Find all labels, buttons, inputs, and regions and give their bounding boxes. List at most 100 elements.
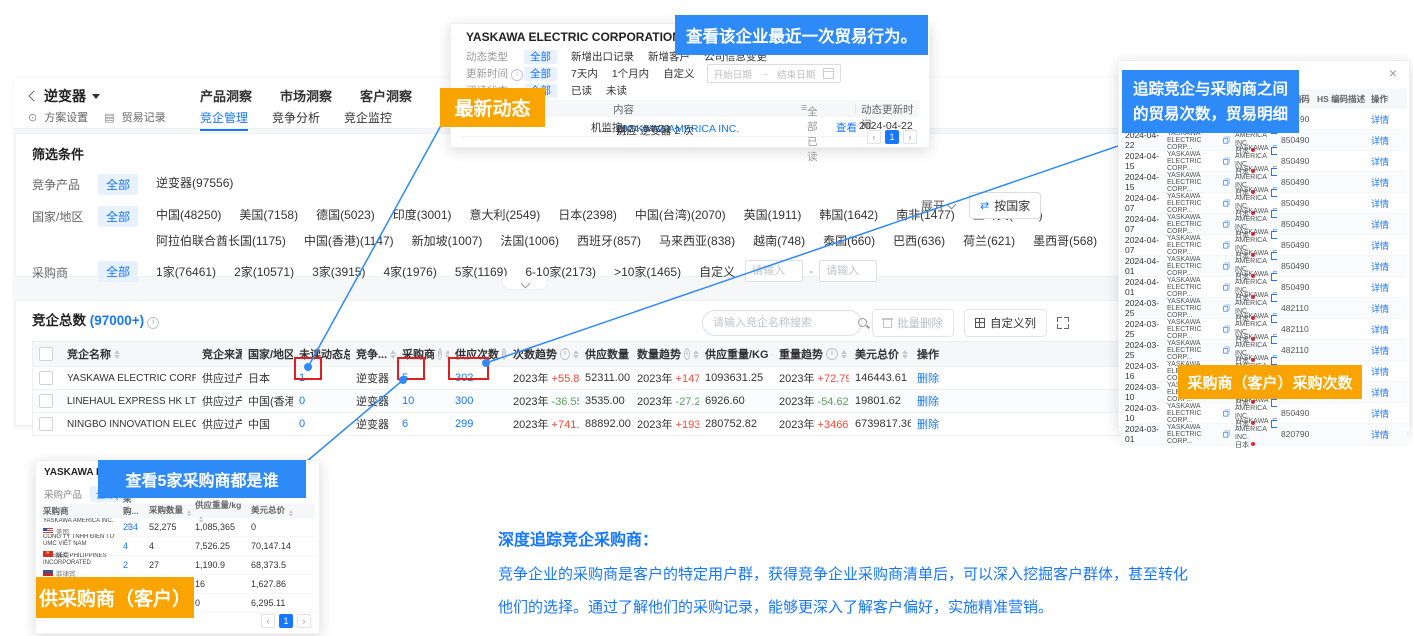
filter-all-chip[interactable]: 全部: [524, 50, 557, 64]
op-cell[interactable]: 详情: [1367, 386, 1405, 399]
filter-item[interactable]: 中国(48250): [156, 206, 221, 223]
subtab-竞争分析[interactable]: 竞争分析: [272, 109, 320, 131]
next-page-button[interactable]: ›: [297, 614, 311, 628]
page-number[interactable]: 1: [279, 614, 293, 628]
copy-icon[interactable]: [1271, 355, 1277, 365]
column-header[interactable]: 竞争...: [350, 346, 396, 362]
buy-count-cell[interactable]: 4: [120, 541, 146, 551]
checkbox[interactable]: [39, 347, 53, 361]
filter-item[interactable]: 新加坡(1007): [412, 232, 483, 249]
back-icon[interactable]: [28, 90, 39, 101]
filter-item[interactable]: 印度(3001): [393, 206, 452, 223]
copy-icon[interactable]: [1271, 166, 1277, 176]
filter-item[interactable]: 韩国(1642): [819, 206, 878, 223]
copy-icon[interactable]: [1271, 292, 1277, 302]
filter-item[interactable]: 日本(2398): [558, 206, 617, 223]
op-cell[interactable]: 详情: [1367, 428, 1405, 441]
range-min-input[interactable]: [745, 260, 803, 282]
op-cell[interactable]: 详情: [1367, 365, 1405, 378]
custom-columns-button[interactable]: 自定义列: [964, 309, 1047, 337]
unread-count[interactable]: 0: [299, 418, 305, 430]
buy-count-cell[interactable]: 234: [120, 522, 146, 532]
sort-icon[interactable]: [114, 350, 120, 359]
buyers-count[interactable]: 10: [402, 395, 414, 407]
filter-item[interactable]: 法国(1006): [500, 232, 559, 249]
detail-link[interactable]: 详情: [1371, 367, 1389, 377]
buyers-count[interactable]: 6: [402, 418, 408, 430]
company-name-cell[interactable]: LINEHAUL EXPRESS HK LTD: [61, 396, 196, 407]
filter-all-chip[interactable]: 全部: [524, 67, 557, 81]
op-cell[interactable]: 详情: [1367, 302, 1405, 315]
detail-link[interactable]: 详情: [1371, 178, 1389, 188]
checkbox[interactable]: [39, 371, 53, 385]
fullscreen-icon[interactable]: [1057, 317, 1069, 329]
date-range-input[interactable]: 开始日期→结束日期: [707, 64, 842, 83]
search-input[interactable]: [711, 316, 857, 330]
checkbox[interactable]: [39, 394, 53, 408]
mark-all-read-button[interactable]: ≡ 全部已读: [801, 102, 807, 114]
detail-link[interactable]: 详情: [1371, 241, 1389, 251]
unread-cell[interactable]: 0: [293, 418, 350, 430]
column-header[interactable]: 竞企名称: [61, 346, 196, 362]
copy-icon[interactable]: [1271, 250, 1277, 260]
detail-link[interactable]: 详情: [1371, 262, 1389, 272]
filter-item[interactable]: 马来西亚(838): [659, 232, 735, 249]
company-name-cell[interactable]: NINGBO INNOVATION ELECTRONI: [61, 419, 196, 430]
filter-all-chip[interactable]: 全部: [98, 206, 138, 227]
detail-link[interactable]: 详情: [1371, 325, 1389, 335]
copy-icon[interactable]: [1223, 179, 1229, 186]
tab-产品洞察[interactable]: 产品洞察: [200, 86, 252, 111]
prev-page-button[interactable]: ‹: [261, 614, 275, 628]
copy-icon[interactable]: [1271, 334, 1277, 344]
filter-item[interactable]: 3家(3915): [312, 263, 365, 280]
filter-all-chip[interactable]: 全部: [98, 174, 138, 195]
company-name-cell[interactable]: YASKAWA ELECTRIC CORPORATIO: [61, 373, 196, 384]
op-cell[interactable]: 删除: [911, 393, 979, 409]
filter-item[interactable]: 越南(748): [753, 232, 805, 249]
filter-item[interactable]: 1个月内: [612, 66, 649, 81]
filter-item[interactable]: 中国(香港)(1147): [304, 232, 394, 249]
filter-item[interactable]: 2家(10571): [234, 263, 294, 280]
supply-count[interactable]: 300: [455, 395, 473, 407]
delete-link[interactable]: 删除: [917, 393, 939, 409]
next-page-button[interactable]: ›: [903, 130, 917, 144]
copy-icon[interactable]: [1223, 305, 1229, 312]
copy-icon[interactable]: [1223, 263, 1229, 270]
copy-icon[interactable]: [1223, 158, 1229, 165]
view-link[interactable]: 查看: [836, 120, 857, 135]
copy-icon[interactable]: [1271, 229, 1277, 239]
column-header[interactable]: 美元总价: [849, 346, 911, 362]
copy-icon[interactable]: [1271, 271, 1277, 281]
filter-item[interactable]: 1家(76461): [156, 263, 216, 280]
buy-count[interactable]: 2: [123, 560, 128, 570]
column-header[interactable]: 美元总价: [248, 504, 312, 518]
detail-link[interactable]: 详情: [1371, 409, 1389, 419]
filter-item[interactable]: 4家(1976): [383, 263, 436, 280]
page-title[interactable]: 逆变器: [44, 86, 86, 106]
copy-icon[interactable]: [1271, 208, 1277, 218]
sort-icon[interactable]: [289, 510, 293, 516]
op-cell[interactable]: 详情: [1367, 260, 1405, 273]
copy-icon[interactable]: [1223, 221, 1229, 228]
op-cell[interactable]: 详情: [1367, 323, 1405, 336]
expand-toggle[interactable]: 展开: [921, 197, 955, 214]
column-header[interactable]: 次数趋势i: [507, 346, 579, 362]
unread-cell[interactable]: 0: [293, 395, 350, 407]
column-header[interactable]: 重量趋势i: [773, 346, 849, 362]
tab-客户洞察[interactable]: 客户洞察: [360, 86, 412, 111]
op-cell[interactable]: 详情: [1367, 281, 1405, 294]
op-cell[interactable]: 详情: [1367, 218, 1405, 231]
buyers-cell[interactable]: 10: [396, 395, 449, 407]
op-cell[interactable]: 详情: [1367, 134, 1405, 147]
detail-link[interactable]: 详情: [1371, 136, 1389, 146]
copy-icon[interactable]: [1223, 242, 1229, 249]
copy-icon[interactable]: [1223, 137, 1229, 144]
copy-icon[interactable]: [1271, 187, 1277, 197]
detail-link[interactable]: 详情: [1371, 388, 1389, 398]
filter-item[interactable]: 墨西哥(568): [1033, 232, 1097, 249]
filter-item[interactable]: 5家(1169): [455, 263, 507, 280]
column-header[interactable]: 数量趋势i: [631, 346, 699, 362]
trade-records-button[interactable]: ▤贸易记录: [104, 109, 165, 125]
supply-cell[interactable]: 300: [449, 395, 507, 407]
range-max-input[interactable]: [819, 260, 877, 282]
